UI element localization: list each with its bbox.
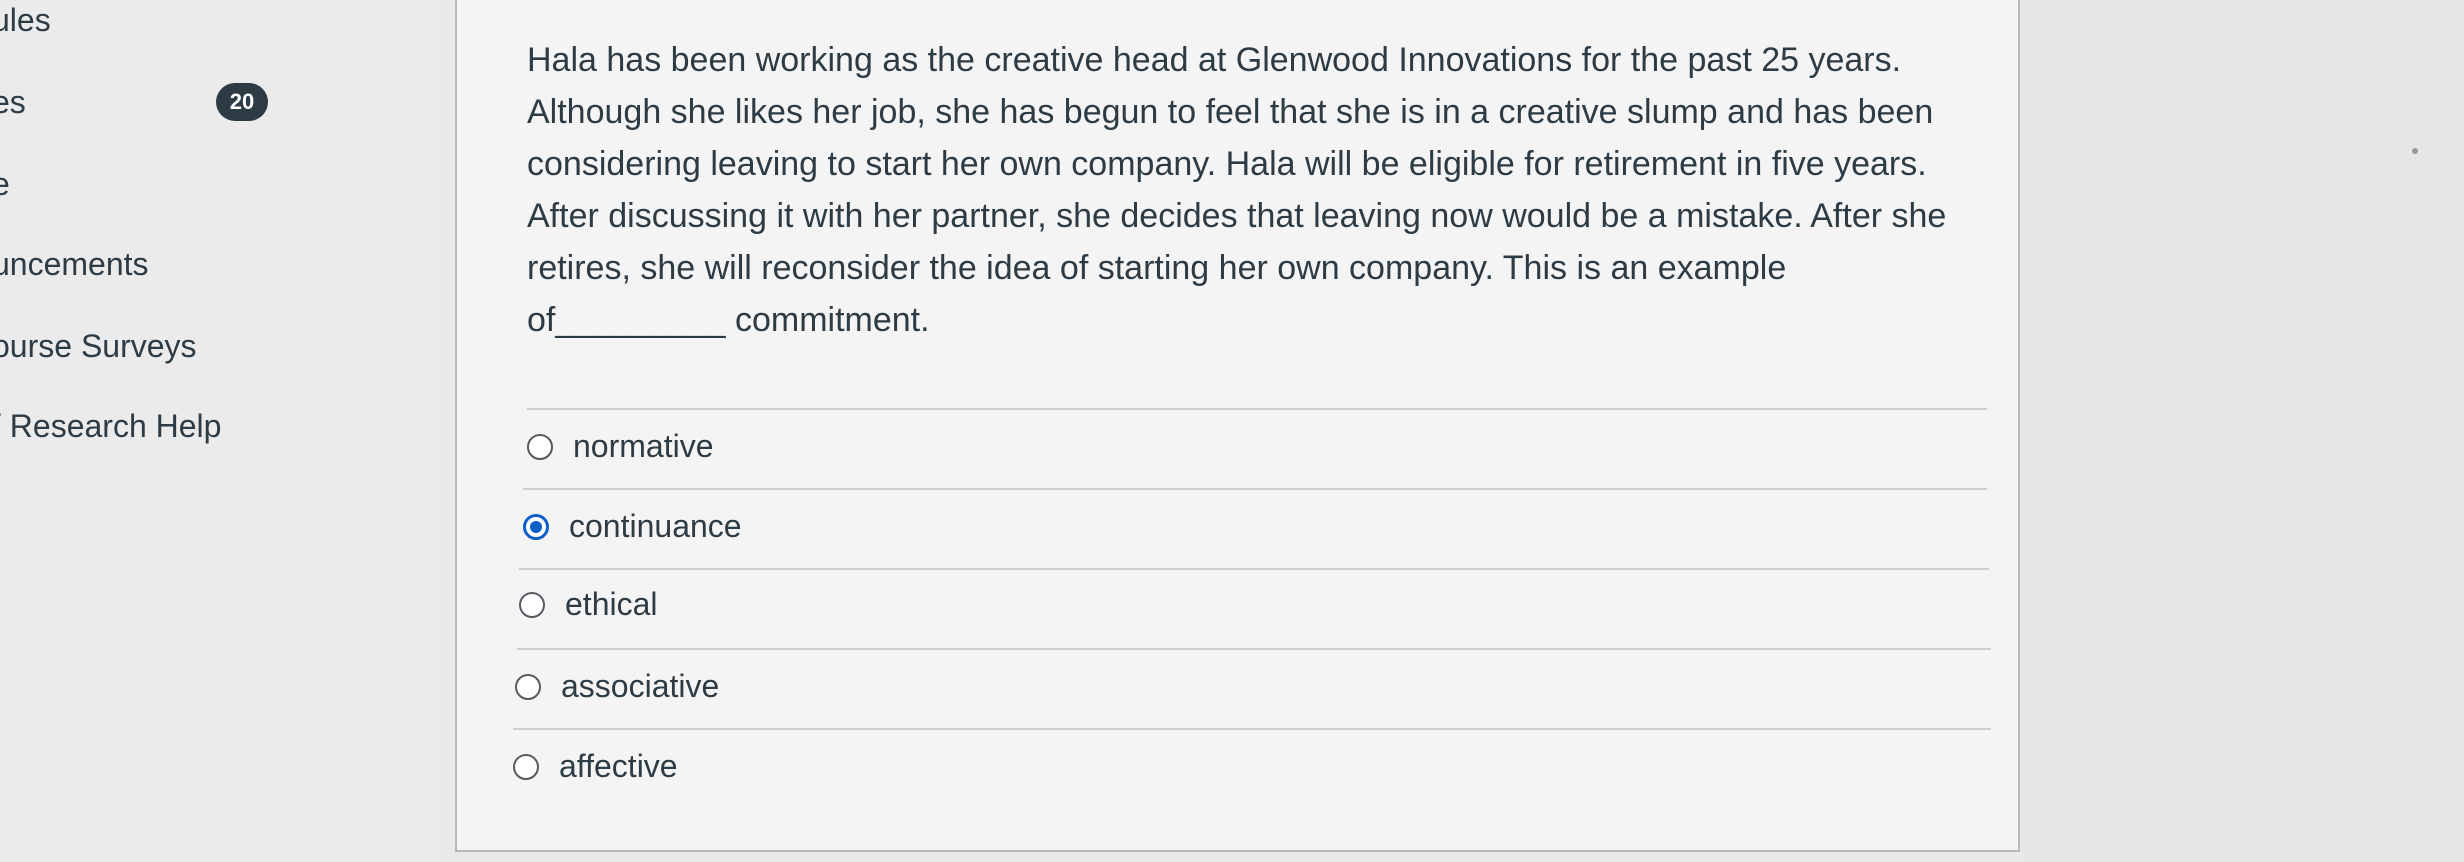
course-navigation-sidebar: ules es 20 e uncements ourse Surveys / R… <box>0 0 440 862</box>
answer-option-affective[interactable]: affective <box>513 748 678 785</box>
question-text: Hala has been working as the creative he… <box>527 41 1947 339</box>
decorative-dot <box>2412 148 2418 154</box>
sidebar-item-course-surveys[interactable]: ourse Surveys <box>0 328 197 365</box>
sidebar-item-announcements[interactable]: uncements <box>0 246 149 283</box>
sidebar-item-home[interactable]: e <box>0 166 10 203</box>
sidebar-item-modules[interactable]: ules <box>0 2 51 39</box>
radio-button[interactable] <box>519 591 545 618</box>
sidebar-item-quizzes[interactable]: es <box>0 84 26 121</box>
radio-button[interactable] <box>515 673 541 700</box>
question-divider <box>527 408 1987 410</box>
answer-label: continuance <box>569 508 742 544</box>
answer-divider <box>523 488 1987 490</box>
answer-option-associative[interactable]: associative <box>515 668 719 705</box>
answer-label: associative <box>561 668 720 704</box>
question-panel: Hala has been working as the creative he… <box>455 0 2020 852</box>
answer-divider <box>519 568 1989 570</box>
answer-option-normative[interactable]: normative <box>527 428 714 465</box>
answer-divider <box>517 648 1991 650</box>
sidebar-item-research-help[interactable]: / Research Help <box>0 408 221 445</box>
answer-option-continuance[interactable]: continuance <box>523 508 742 545</box>
radio-button[interactable] <box>513 753 539 780</box>
answer-option-ethical[interactable]: ethical <box>519 586 658 623</box>
answer-label: affective <box>559 748 678 784</box>
quizzes-count-badge: 20 <box>216 83 268 121</box>
right-margin-area <box>2022 0 2464 862</box>
radio-button-selected[interactable] <box>523 513 549 540</box>
answer-label: normative <box>573 428 714 464</box>
radio-button[interactable] <box>527 433 553 460</box>
answer-label: ethical <box>565 586 658 622</box>
answer-divider <box>513 728 1991 730</box>
